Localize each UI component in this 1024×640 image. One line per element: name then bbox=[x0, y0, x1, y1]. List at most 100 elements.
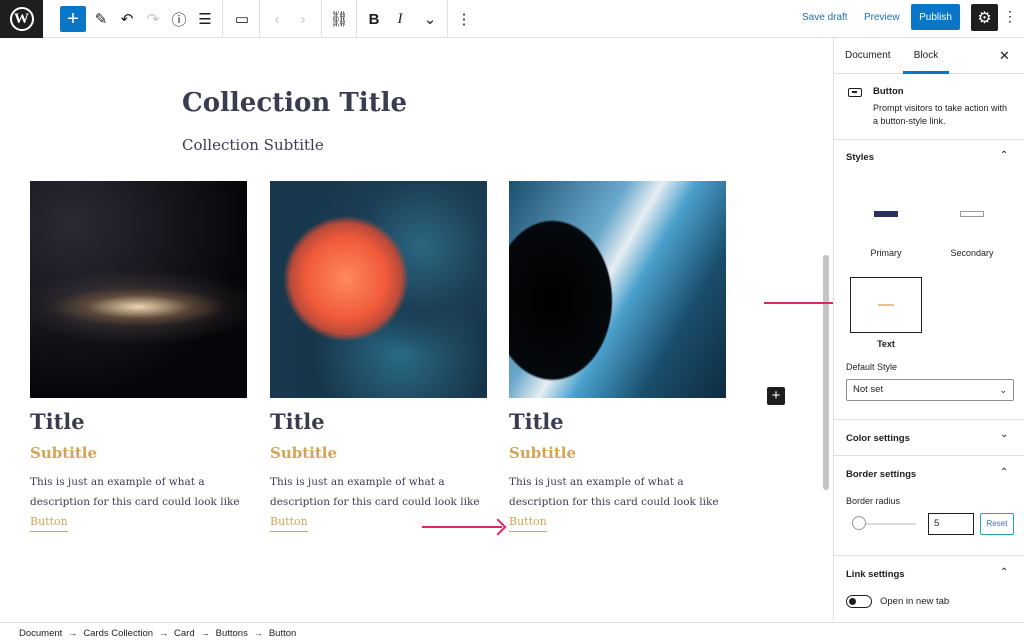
card-description[interactable]: This is just an example of what a descri… bbox=[30, 472, 247, 512]
card-image-abstract-orange[interactable] bbox=[270, 181, 487, 398]
card-image-abstract-blue[interactable] bbox=[509, 181, 726, 398]
style-option-secondary[interactable] bbox=[936, 186, 1008, 242]
undo-button[interactable]: ↶ bbox=[114, 6, 140, 32]
link-settings-heading[interactable]: Link settings bbox=[846, 569, 905, 580]
redo-button[interactable]: ↷ bbox=[140, 6, 166, 32]
border-radius-input[interactable]: 5 bbox=[928, 513, 974, 535]
settings-sidebar: Document Block ✕ Button Prompt visitors … bbox=[833, 38, 1024, 620]
tab-block[interactable]: Block bbox=[903, 38, 949, 74]
chevron-up-icon[interactable]: ⌃ bbox=[1000, 150, 1008, 161]
link-icon: ⛓ bbox=[329, 11, 349, 28]
color-settings-heading[interactable]: Color settings bbox=[846, 433, 910, 444]
annotation-arrow bbox=[422, 526, 502, 528]
divider bbox=[834, 419, 1024, 420]
link-button[interactable]: ⛓ bbox=[326, 6, 352, 32]
block-more-options-button[interactable]: ⋮ bbox=[451, 6, 477, 32]
italic-button[interactable]: I bbox=[387, 6, 413, 32]
toolbar-divider bbox=[356, 0, 357, 38]
list-view-icon: ☰ bbox=[198, 11, 212, 28]
settings-button[interactable]: ⚙ bbox=[971, 4, 998, 31]
bold-button[interactable]: B bbox=[361, 6, 387, 32]
toolbar-divider bbox=[321, 0, 322, 38]
outline-button[interactable]: ☰ bbox=[192, 6, 218, 32]
move-right-button[interactable]: › bbox=[290, 6, 316, 32]
pencil-icon: ✎ bbox=[94, 11, 108, 28]
breadcrumb-buttons[interactable]: Buttons bbox=[216, 624, 248, 640]
editor-canvas: Collection Title Collection Subtitle Tit… bbox=[0, 38, 821, 620]
details-button[interactable]: ⓘ bbox=[166, 6, 192, 32]
card-title[interactable]: Title bbox=[30, 409, 247, 434]
style-option-text[interactable] bbox=[850, 277, 922, 333]
border-radius-slider-thumb[interactable] bbox=[852, 516, 866, 530]
more-tools-button[interactable]: ⋮ bbox=[1003, 8, 1017, 25]
card-button[interactable]: Button bbox=[270, 515, 308, 532]
breadcrumb-card[interactable]: Card bbox=[174, 624, 195, 640]
button-block-icon bbox=[848, 88, 862, 97]
arrow-right-icon: → bbox=[253, 628, 263, 638]
toolbar-divider bbox=[447, 0, 448, 38]
wordpress-logo-button[interactable]: W bbox=[0, 0, 43, 38]
text-style-preview bbox=[878, 304, 894, 306]
open-new-tab-toggle[interactable] bbox=[846, 595, 872, 608]
border-settings-heading[interactable]: Border settings bbox=[846, 469, 916, 480]
info-icon: ⓘ bbox=[171, 11, 187, 29]
card: Title Subtitle This is just an example o… bbox=[509, 181, 726, 532]
arrow-right-icon: → bbox=[159, 628, 169, 638]
default-style-label: Default Style bbox=[846, 362, 898, 372]
chevron-right-icon: › bbox=[300, 10, 306, 28]
chevron-down-icon[interactable]: ⌄ bbox=[1000, 429, 1008, 440]
sidebar-tabs: Document Block ✕ bbox=[834, 38, 1024, 74]
chevron-up-icon[interactable]: ⌃ bbox=[1000, 567, 1008, 578]
style-option-primary[interactable] bbox=[850, 186, 922, 242]
move-left-button[interactable]: ‹ bbox=[264, 6, 290, 32]
block-type-button[interactable]: ▭ bbox=[229, 6, 255, 32]
card-description[interactable]: This is just an example of what a descri… bbox=[270, 472, 487, 512]
card-title[interactable]: Title bbox=[509, 409, 726, 434]
styles-panel-heading[interactable]: Styles bbox=[846, 152, 874, 163]
card-description[interactable]: This is just an example of what a descri… bbox=[509, 472, 726, 512]
gear-icon: ⚙ bbox=[977, 9, 992, 27]
style-label-text: Text bbox=[877, 339, 895, 349]
preview-button[interactable]: Preview bbox=[864, 12, 900, 23]
breadcrumb-button[interactable]: Button bbox=[269, 624, 296, 640]
plus-icon: + bbox=[771, 387, 781, 404]
card-subtitle[interactable]: Subtitle bbox=[509, 444, 726, 462]
secondary-style-preview bbox=[960, 211, 984, 217]
block-description: Prompt visitors to take action with a bu… bbox=[873, 103, 1008, 126]
border-radius-label: Border radius bbox=[846, 496, 901, 506]
tools-button[interactable]: ✎ bbox=[88, 6, 114, 32]
chevron-down-icon: ⌄ bbox=[423, 11, 437, 28]
collection-subtitle[interactable]: Collection Subtitle bbox=[182, 136, 324, 154]
default-style-select[interactable]: Not set ⌄ bbox=[846, 379, 1014, 401]
vertical-ellipsis-icon: ⋮ bbox=[456, 11, 472, 28]
more-rich-text-button[interactable]: ⌄ bbox=[417, 6, 443, 32]
toolbar-divider bbox=[222, 0, 223, 38]
card-title[interactable]: Title bbox=[270, 409, 487, 434]
publish-button[interactable]: Publish bbox=[911, 4, 960, 30]
block-breadcrumb: Document → Cards Collection → Card → Buttons → B… bbox=[0, 622, 1024, 640]
divider bbox=[834, 555, 1024, 556]
scrollbar[interactable] bbox=[823, 255, 829, 490]
card-button-selected[interactable]: Button bbox=[509, 515, 547, 532]
open-new-tab-label: Open in new tab bbox=[880, 596, 950, 607]
tab-document[interactable]: Document bbox=[845, 38, 891, 74]
close-sidebar-button[interactable]: ✕ bbox=[999, 48, 1010, 64]
add-block-button[interactable]: + bbox=[60, 6, 86, 32]
annotation-arrow bbox=[764, 302, 844, 304]
card: Title Subtitle This is just an example o… bbox=[30, 181, 247, 532]
collection-title[interactable]: Collection Title bbox=[182, 88, 407, 118]
save-draft-button[interactable]: Save draft bbox=[802, 12, 848, 23]
card-button[interactable]: Button bbox=[30, 515, 68, 532]
style-label-secondary: Secondary bbox=[950, 248, 994, 258]
style-label-primary: Primary bbox=[870, 248, 902, 258]
breadcrumb-document[interactable]: Document bbox=[19, 624, 62, 640]
chevron-up-icon[interactable]: ⌃ bbox=[1000, 467, 1008, 478]
card-image-galaxy[interactable] bbox=[30, 181, 247, 398]
redo-icon: ↷ bbox=[146, 11, 160, 28]
border-radius-reset-button[interactable]: Reset bbox=[980, 513, 1014, 535]
undo-icon: ↶ bbox=[120, 11, 134, 28]
block-appender-button[interactable]: + bbox=[767, 387, 785, 405]
breadcrumb-cards-collection[interactable]: Cards Collection bbox=[83, 624, 153, 640]
card-subtitle[interactable]: Subtitle bbox=[30, 444, 247, 462]
card-subtitle[interactable]: Subtitle bbox=[270, 444, 487, 462]
